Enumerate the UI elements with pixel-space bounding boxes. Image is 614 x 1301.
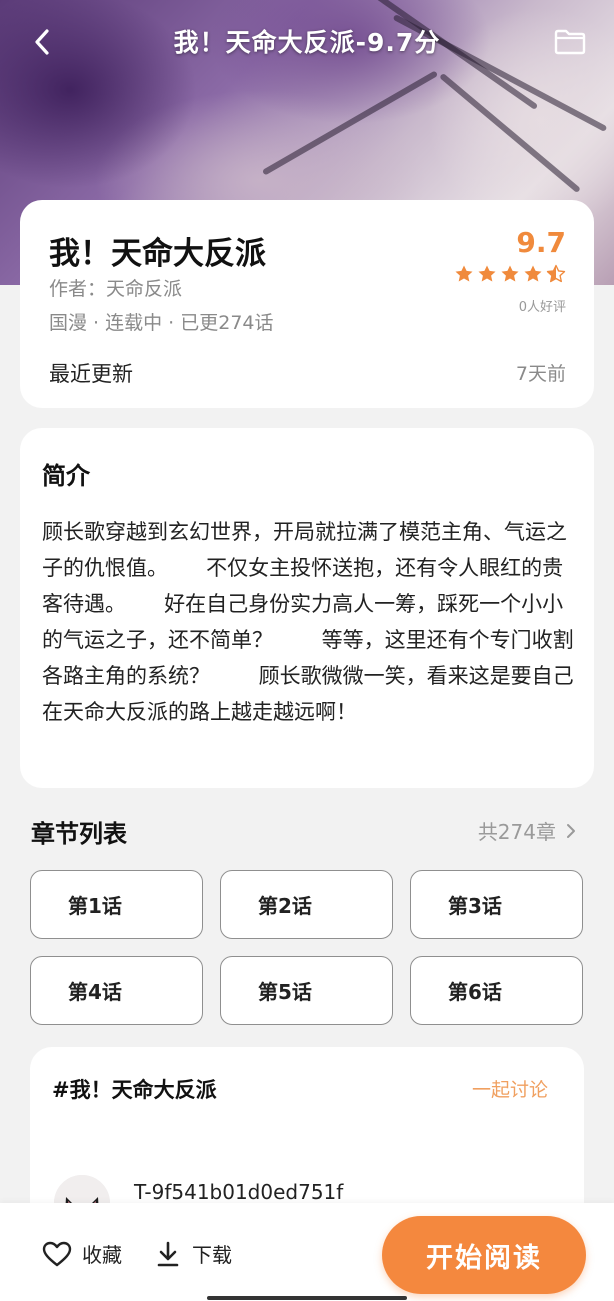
chapter-button[interactable]: 第3话 bbox=[410, 870, 583, 939]
folder-button[interactable] bbox=[548, 22, 592, 62]
download-icon bbox=[157, 1241, 179, 1266]
discussion-topic: #我！天命大反派 bbox=[52, 1078, 217, 1102]
chapter-button[interactable]: 第6话 bbox=[410, 956, 583, 1025]
comic-title: 我！天命大反派 bbox=[49, 236, 266, 272]
synopsis-heading: 简介 bbox=[42, 462, 90, 490]
chapter-button[interactable]: 第1话 bbox=[30, 870, 203, 939]
chevron-right-icon bbox=[567, 823, 575, 838]
chapter-button[interactable]: 第4话 bbox=[30, 956, 203, 1025]
comic-info-card: 我！天命大反派 作者：天命反派 国漫 · 连载中 · 已更274话 9.7 0人… bbox=[20, 200, 594, 408]
start-reading-button[interactable]: 开始阅读 bbox=[382, 1216, 586, 1294]
download-label: 下载 bbox=[192, 1243, 232, 1267]
comment-username[interactable]: T-9f541b01d0ed751f bbox=[134, 1180, 343, 1204]
page-title: 我！天命大反派-9.7分 bbox=[173, 28, 441, 57]
home-indicator bbox=[207, 1296, 407, 1300]
favorite-label: 收藏 bbox=[82, 1243, 122, 1267]
chapter-button[interactable]: 第5话 bbox=[220, 956, 393, 1025]
star-icon bbox=[478, 265, 496, 282]
recent-update-time: 7天前 bbox=[515, 363, 566, 385]
rating-score: 9.7 bbox=[516, 226, 566, 259]
star-icon bbox=[524, 265, 542, 282]
synopsis-text: 顾长歌穿越到玄幻世界，开局就拉满了模范主角、气运之子的仇恨值。 不仅女主投怀送抱… bbox=[42, 520, 574, 724]
favorite-button[interactable]: 收藏 bbox=[42, 1239, 122, 1268]
back-button[interactable] bbox=[22, 22, 62, 62]
recent-update-label: 最近更新 bbox=[49, 362, 133, 386]
synopsis-card: 简介 顾长歌穿越到玄幻世界，开局就拉满了模范主角、气运之子的仇恨值。 不仅女主投… bbox=[20, 428, 594, 788]
chevron-left-icon bbox=[35, 29, 49, 55]
star-icon bbox=[501, 265, 519, 282]
chapter-button[interactable]: 第2话 bbox=[220, 870, 393, 939]
chapter-count-link[interactable]: 共274章 bbox=[478, 816, 576, 845]
bottom-action-bar: 收藏 下载 开始阅读 bbox=[0, 1203, 614, 1301]
join-discussion-link[interactable]: 一起讨论 bbox=[472, 1075, 548, 1102]
star-icon bbox=[455, 265, 473, 282]
rating-stars bbox=[454, 264, 566, 284]
chapter-grid: 第1话 第2话 第3话 第4话 第5话 第6话 bbox=[30, 870, 584, 1025]
folder-icon bbox=[554, 29, 586, 55]
chapter-count: 共274章 bbox=[477, 820, 556, 844]
download-button[interactable]: 下载 bbox=[156, 1239, 232, 1268]
rating-count: 0人好评 bbox=[518, 300, 566, 315]
comic-meta: 国漫 · 连载中 · 已更274话 bbox=[49, 312, 274, 334]
half-star-icon bbox=[546, 264, 566, 283]
comic-author[interactable]: 作者：天命反派 bbox=[49, 274, 182, 301]
chapter-list-heading: 章节列表 bbox=[31, 820, 127, 848]
heart-icon bbox=[42, 1241, 72, 1266]
top-bar: 我！天命大反派-9.7分 bbox=[0, 0, 614, 82]
